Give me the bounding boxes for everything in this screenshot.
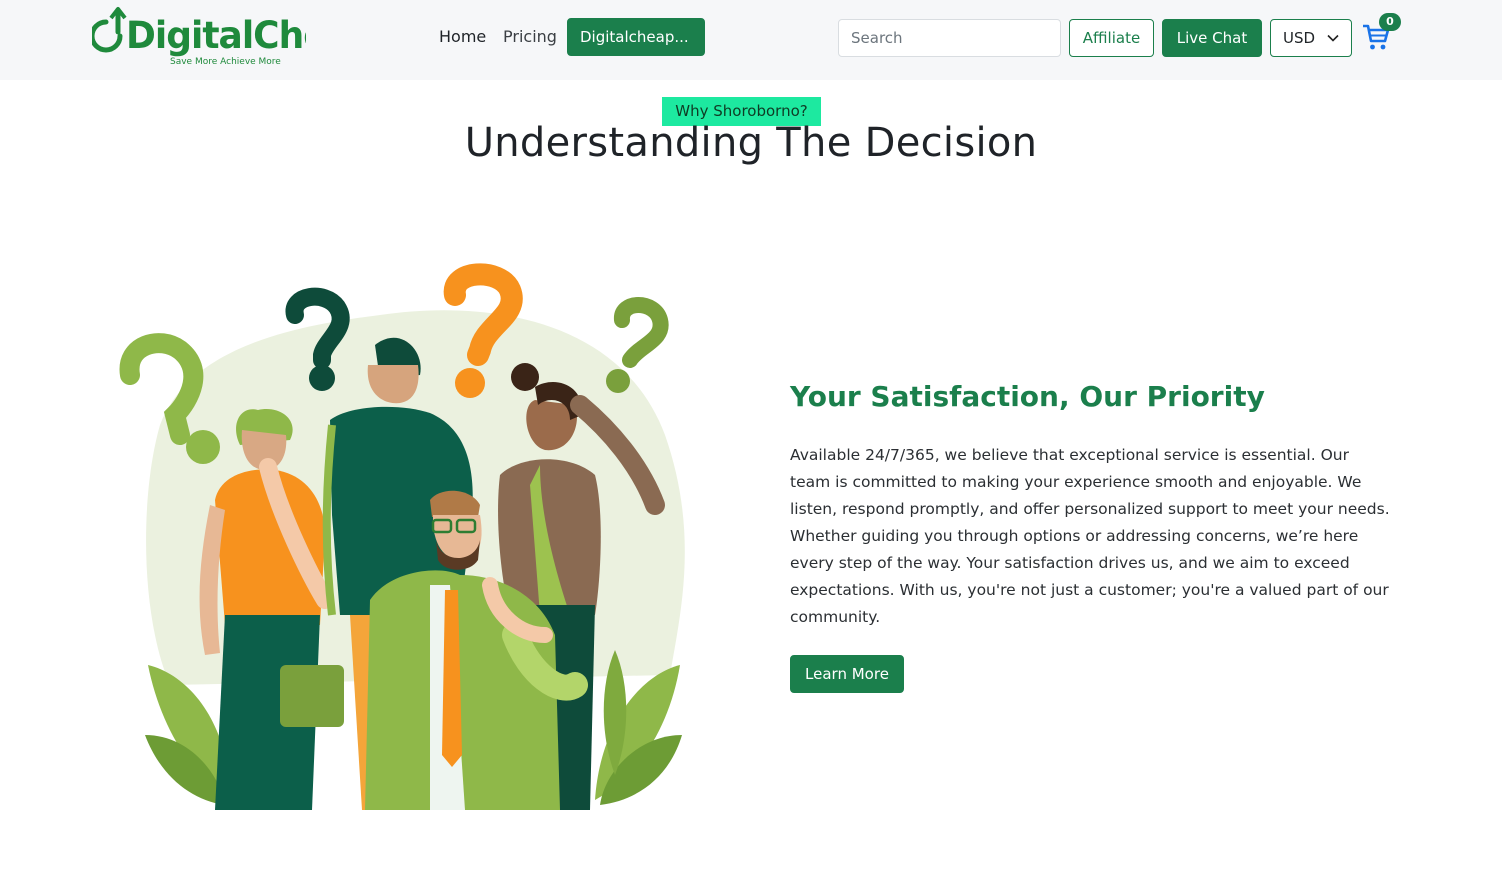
feature-title: Your Satisfaction, Our Priority: [790, 380, 1265, 413]
cart-count-badge: 0: [1379, 13, 1401, 31]
currency-value: USD: [1283, 29, 1316, 47]
currency-select[interactable]: USD: [1270, 19, 1352, 57]
nav-home[interactable]: Home: [439, 27, 486, 46]
nav-pricing[interactable]: Pricing: [503, 27, 557, 46]
logo-graphic: DigitalCheap Save More Achieve More: [89, 7, 376, 67]
question-mark-icon: [606, 297, 669, 393]
chevron-down-icon: [1327, 34, 1339, 42]
learn-more-button[interactable]: Learn More: [790, 655, 904, 693]
nav-digitalcheap-button[interactable]: Digitalcheap...: [567, 18, 705, 56]
page-title: Understanding The Decision: [464, 120, 1038, 166]
feature-body: Available 24/7/365, we believe that exce…: [790, 446, 1390, 626]
svg-text:DigitalCheap: DigitalCheap: [126, 13, 306, 57]
logo-tagline: Save More Achieve More: [170, 57, 281, 67]
site-logo[interactable]: DigitalCheap Save More Achieve More: [89, 6, 376, 70]
affiliate-button[interactable]: Affiliate: [1069, 19, 1154, 57]
hero-illustration: [100, 255, 720, 815]
search-input[interactable]: [838, 19, 1061, 57]
site-header: DigitalCheap Save More Achieve More Home…: [0, 0, 1502, 80]
live-chat-button[interactable]: Live Chat: [1162, 19, 1262, 57]
